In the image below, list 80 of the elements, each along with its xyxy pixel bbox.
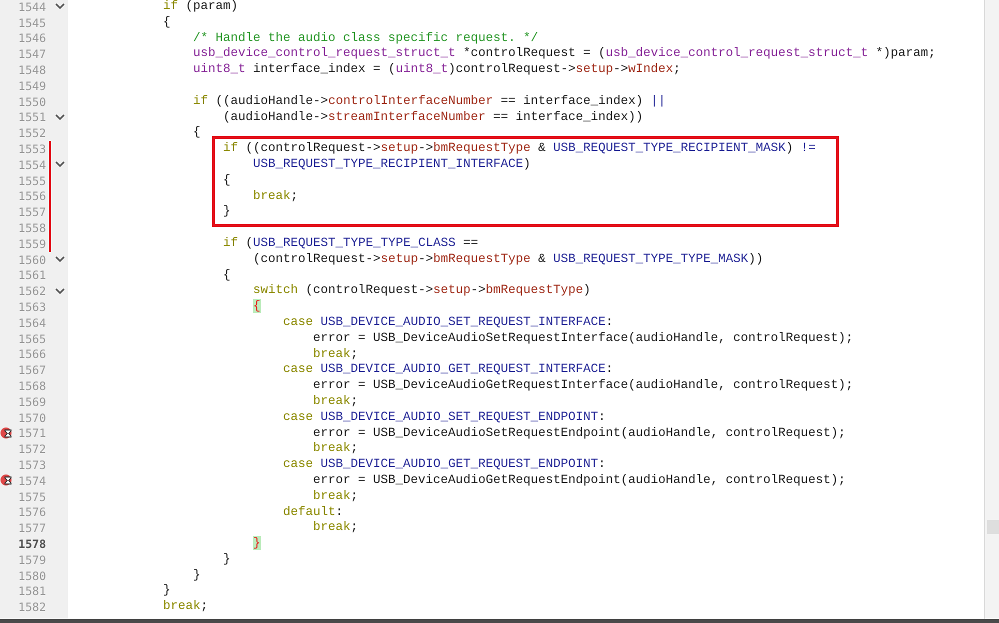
fold-chevron-icon[interactable] <box>55 161 65 168</box>
code-line: switch (controlRequest->setup->bmRequestType) <box>252 283 592 300</box>
line-number: 1560 <box>17 252 46 267</box>
code-line: if ((audioHandle->controlInterfaceNumber == interface_index) || <box>192 94 667 110</box>
code-line: break; <box>312 394 360 410</box>
line-number: 1557 <box>17 205 46 220</box>
line-number: 1553 <box>17 142 46 156</box>
code-line: { <box>162 14 172 31</box>
code-line: case USB_DEVICE_AUDIO_GET_REQUEST_INTERFACE: <box>282 362 614 378</box>
code-line: uint8_t interface_index = (uint8_t)controlRequest->setup->wIndex; <box>192 62 682 78</box>
code-line: (audioHandle->streamInterfaceNumber == interface_index)) <box>222 110 644 126</box>
code-line: usb_device_control_request_struct_t *controlRequest = (usb_device_control_request_struct_t *)param; <box>192 46 937 62</box>
code-line: error = USB_DeviceAudioGetRequestEndpoint(audioHandle, controlRequest); <box>312 472 847 489</box>
line-number: 1573 <box>17 458 46 472</box>
line-number: 1562 <box>17 284 46 298</box>
scrollbar[interactable] <box>984 0 999 619</box>
code-line: if ((controlRequest->setup->bmRequestType & USB_REQUEST_TYPE_RECIPIENT_MASK) != <box>222 141 817 157</box>
line-number: 1565 <box>17 332 46 346</box>
line-number: 1575 <box>17 490 46 504</box>
code-line: default: <box>282 504 344 520</box>
line-number: 1571 <box>17 426 46 440</box>
code-line: error = USB_DeviceAudioSetRequestInterface(audioHandle, controlRequest); <box>312 330 854 347</box>
code-line: { <box>222 268 232 284</box>
line-number: 1568 <box>17 379 46 394</box>
line-number: 1579 <box>17 552 46 567</box>
line-number: 1551 <box>17 110 46 124</box>
line-number: 1558 <box>17 221 46 236</box>
code-line: case USB_DEVICE_AUDIO_SET_REQUEST_ENDPOINT: <box>282 410 607 426</box>
line-number: 1545 <box>17 16 46 30</box>
line-number: 1569 <box>17 394 46 409</box>
line-number: 1577 <box>17 521 46 536</box>
line-number: 1563 <box>17 300 46 314</box>
line-number: 1554 <box>17 158 46 172</box>
line-number: 1561 <box>17 268 46 282</box>
fold-chevron-icon[interactable] <box>55 114 65 121</box>
line-number: 1582 <box>17 600 46 614</box>
code-line: /* Handle the audio class specific request. */ <box>192 30 540 46</box>
fold-chevron-icon[interactable] <box>55 3 65 10</box>
line-number: 1576 <box>17 505 46 520</box>
line-number: 1578 <box>17 536 46 551</box>
code-line: { <box>192 125 202 142</box>
code-line: if (USB_REQUEST_TYPE_TYPE_CLASS == <box>222 236 480 252</box>
code-line: error = USB_DeviceAudioGetRequestInterface(audioHandle, controlRequest); <box>312 378 854 394</box>
code-line: } <box>222 552 232 568</box>
code-line: } <box>162 583 172 600</box>
line-number: 1552 <box>17 126 46 140</box>
line-number: 1548 <box>17 63 46 78</box>
code-line: case USB_DEVICE_AUDIO_SET_REQUEST_INTERFACE: <box>282 314 614 331</box>
line-number: 1555 <box>17 174 46 188</box>
line-number: 1580 <box>17 568 46 583</box>
code-line: error = USB_DeviceAudioSetRequestEndpoint(audioHandle, controlRequest); <box>312 426 847 442</box>
line-number: 1547 <box>17 47 46 62</box>
code-line: USB_REQUEST_TYPE_RECIPIENT_INTERFACE) <box>252 156 532 173</box>
code-line: break; <box>312 520 360 536</box>
code-line: } <box>192 568 202 584</box>
line-number: 1550 <box>17 94 46 109</box>
line-number: 1572 <box>17 442 46 456</box>
code-line: break; <box>312 441 360 458</box>
line-number: 1556 <box>17 189 46 204</box>
line-number: 1574 <box>17 474 46 488</box>
fold-chevron-icon[interactable] <box>55 256 65 264</box>
line-number: 1549 <box>17 78 46 93</box>
line-number: 1581 <box>17 584 46 598</box>
code-line: if (param) <box>162 0 240 15</box>
line-number: 1546 <box>17 31 46 46</box>
line-number: 1567 <box>17 363 46 378</box>
code-line: break; <box>312 488 360 504</box>
line-number: 1566 <box>17 347 46 362</box>
fold-chevron-icon[interactable] <box>55 288 65 295</box>
code-line: case USB_DEVICE_AUDIO_GET_REQUEST_ENDPOINT: <box>282 457 607 473</box>
code-line: break; <box>162 599 210 616</box>
line-number: 1544 <box>17 0 46 14</box>
code-line: } <box>222 204 232 220</box>
line-number: 1570 <box>17 410 46 425</box>
line-number: 1559 <box>17 236 46 251</box>
code-line: break; <box>312 346 360 362</box>
code-line: (controlRequest->setup->bmRequestType & USB_REQUEST_TYPE_TYPE_MASK)) <box>252 252 764 268</box>
code-line: break; <box>252 188 300 204</box>
code-line: { <box>222 172 232 189</box>
line-number: 1564 <box>17 316 46 330</box>
